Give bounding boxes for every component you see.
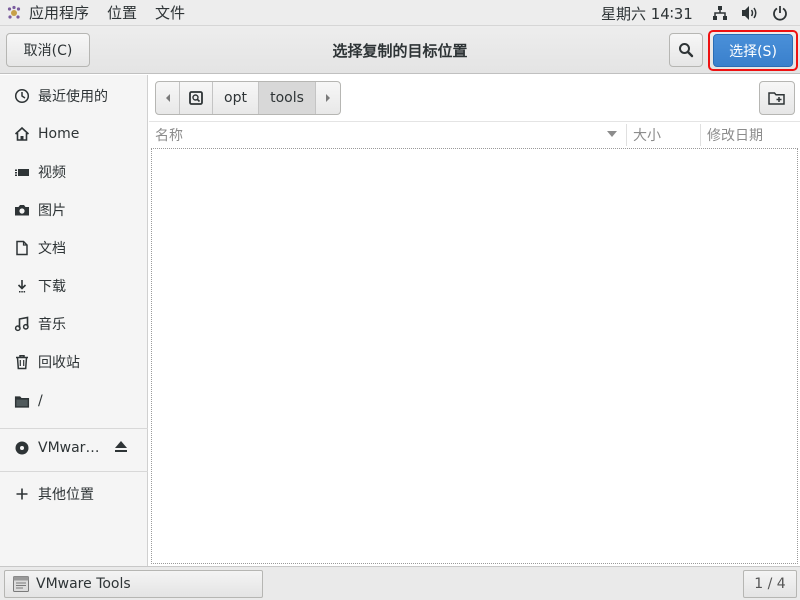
- sidebar-item-downloads[interactable]: 下载: [0, 267, 148, 305]
- places-menu-label: 位置: [107, 4, 138, 22]
- sidebar-item-label: 其他位置: [38, 487, 94, 503]
- select-button[interactable]: 选择(S): [713, 34, 793, 67]
- file-menu[interactable]: 文件: [146, 0, 194, 26]
- eject-icon[interactable]: [114, 440, 128, 457]
- select-button-highlight: 选择(S): [708, 30, 798, 71]
- sidebar-item-pictures[interactable]: 图片: [0, 191, 148, 229]
- column-modified-header[interactable]: 修改日期: [707, 125, 763, 145]
- document-icon: [14, 240, 30, 256]
- home-icon: [14, 126, 30, 142]
- sidebar-item-label: 下载: [38, 279, 66, 295]
- path-segment-opt[interactable]: opt: [213, 82, 259, 114]
- sidebar-item-label: /: [38, 393, 43, 409]
- window-icon: [13, 576, 29, 592]
- camera-icon: [14, 202, 30, 218]
- folder-icon: [14, 393, 30, 409]
- gnome-foot-icon: [7, 5, 21, 19]
- sidebar-item-trash[interactable]: 回收站: [0, 343, 148, 381]
- arrow-left-icon: [165, 94, 170, 102]
- new-folder-icon: [768, 92, 785, 105]
- sidebar-item-label: 音乐: [38, 317, 66, 333]
- column-size-header[interactable]: 大小: [633, 125, 661, 145]
- places-menu[interactable]: 位置: [98, 0, 146, 26]
- path-scroll-right-button[interactable]: [316, 82, 340, 114]
- file-chooser-main: opt tools 名称 大小 修改日期: [149, 75, 800, 566]
- drive-icon: [189, 91, 203, 105]
- sidebar-item-label: 视频: [38, 165, 66, 181]
- sidebar-item-videos[interactable]: 视频: [0, 153, 148, 191]
- sidebar-separator: [0, 471, 148, 472]
- taskbar-window-button[interactable]: VMware Tools: [4, 570, 263, 598]
- sidebar-item-device[interactable]: VMwar…: [0, 429, 148, 467]
- column-divider[interactable]: [700, 124, 701, 146]
- path-segment-tools[interactable]: tools: [259, 82, 316, 114]
- file-menu-label: 文件: [155, 4, 186, 22]
- sidebar-item-documents[interactable]: 文档: [0, 229, 148, 267]
- sort-down-icon[interactable]: [607, 131, 617, 138]
- bottom-taskbar: VMware Tools 1 / 4: [0, 566, 800, 600]
- path-scroll-left-button[interactable]: [156, 82, 180, 114]
- sidebar-item-home[interactable]: Home: [0, 115, 148, 153]
- arrow-right-icon: [326, 94, 330, 102]
- applications-menu-label: 应用程序: [29, 4, 90, 22]
- column-divider[interactable]: [626, 124, 627, 146]
- taskbar-window-title: VMware Tools: [36, 576, 131, 592]
- sidebar-item-label: 文档: [38, 241, 66, 257]
- column-header: 名称 大小 修改日期: [149, 121, 800, 147]
- video-icon: [14, 164, 30, 180]
- sidebar-item-label: 回收站: [38, 355, 80, 371]
- path-root-button[interactable]: [180, 82, 213, 114]
- sidebar-item-label: 图片: [38, 203, 66, 219]
- volume-icon: [742, 6, 757, 20]
- new-folder-button[interactable]: [759, 81, 795, 115]
- recent-icon: [14, 88, 30, 104]
- disc-icon: [14, 440, 30, 456]
- path-bar: opt tools: [155, 81, 341, 115]
- sidebar-item-label: 最近使用的: [38, 89, 108, 105]
- places-sidebar: 最近使用的 Home 视频 图片 文档 下载 音乐 回收站 / VMwar… 其…: [0, 75, 148, 566]
- sidebar-item-label: Home: [38, 126, 80, 142]
- column-name-header[interactable]: 名称: [155, 125, 183, 145]
- network-icon: [713, 6, 727, 20]
- trash-icon: [14, 354, 30, 370]
- top-panel: 应用程序 位置 文件 星期六 14∶31: [0, 0, 800, 26]
- dialog-headerbar: 选择复制的目标位置 取消(C) 选择(S): [0, 26, 800, 74]
- music-icon: [14, 316, 30, 332]
- sidebar-item-recent[interactable]: 最近使用的: [0, 77, 148, 115]
- workspace-pager[interactable]: 1 / 4: [743, 570, 797, 598]
- download-icon: [14, 278, 30, 294]
- sidebar-item-label: VMwar…: [38, 440, 100, 456]
- sidebar-item-root[interactable]: /: [0, 382, 148, 420]
- applications-menu[interactable]: 应用程序: [0, 0, 98, 26]
- clock[interactable]: 星期六 14∶31: [601, 0, 693, 26]
- sidebar-item-other-locations[interactable]: 其他位置: [0, 475, 148, 513]
- power-icon: [773, 6, 787, 21]
- sidebar-item-music[interactable]: 音乐: [0, 305, 148, 343]
- search-icon: [679, 43, 694, 58]
- file-list[interactable]: [151, 148, 798, 564]
- search-button[interactable]: [669, 33, 703, 67]
- cancel-button[interactable]: 取消(C): [6, 33, 90, 67]
- status-area[interactable]: [712, 0, 788, 26]
- plus-icon: [14, 486, 30, 502]
